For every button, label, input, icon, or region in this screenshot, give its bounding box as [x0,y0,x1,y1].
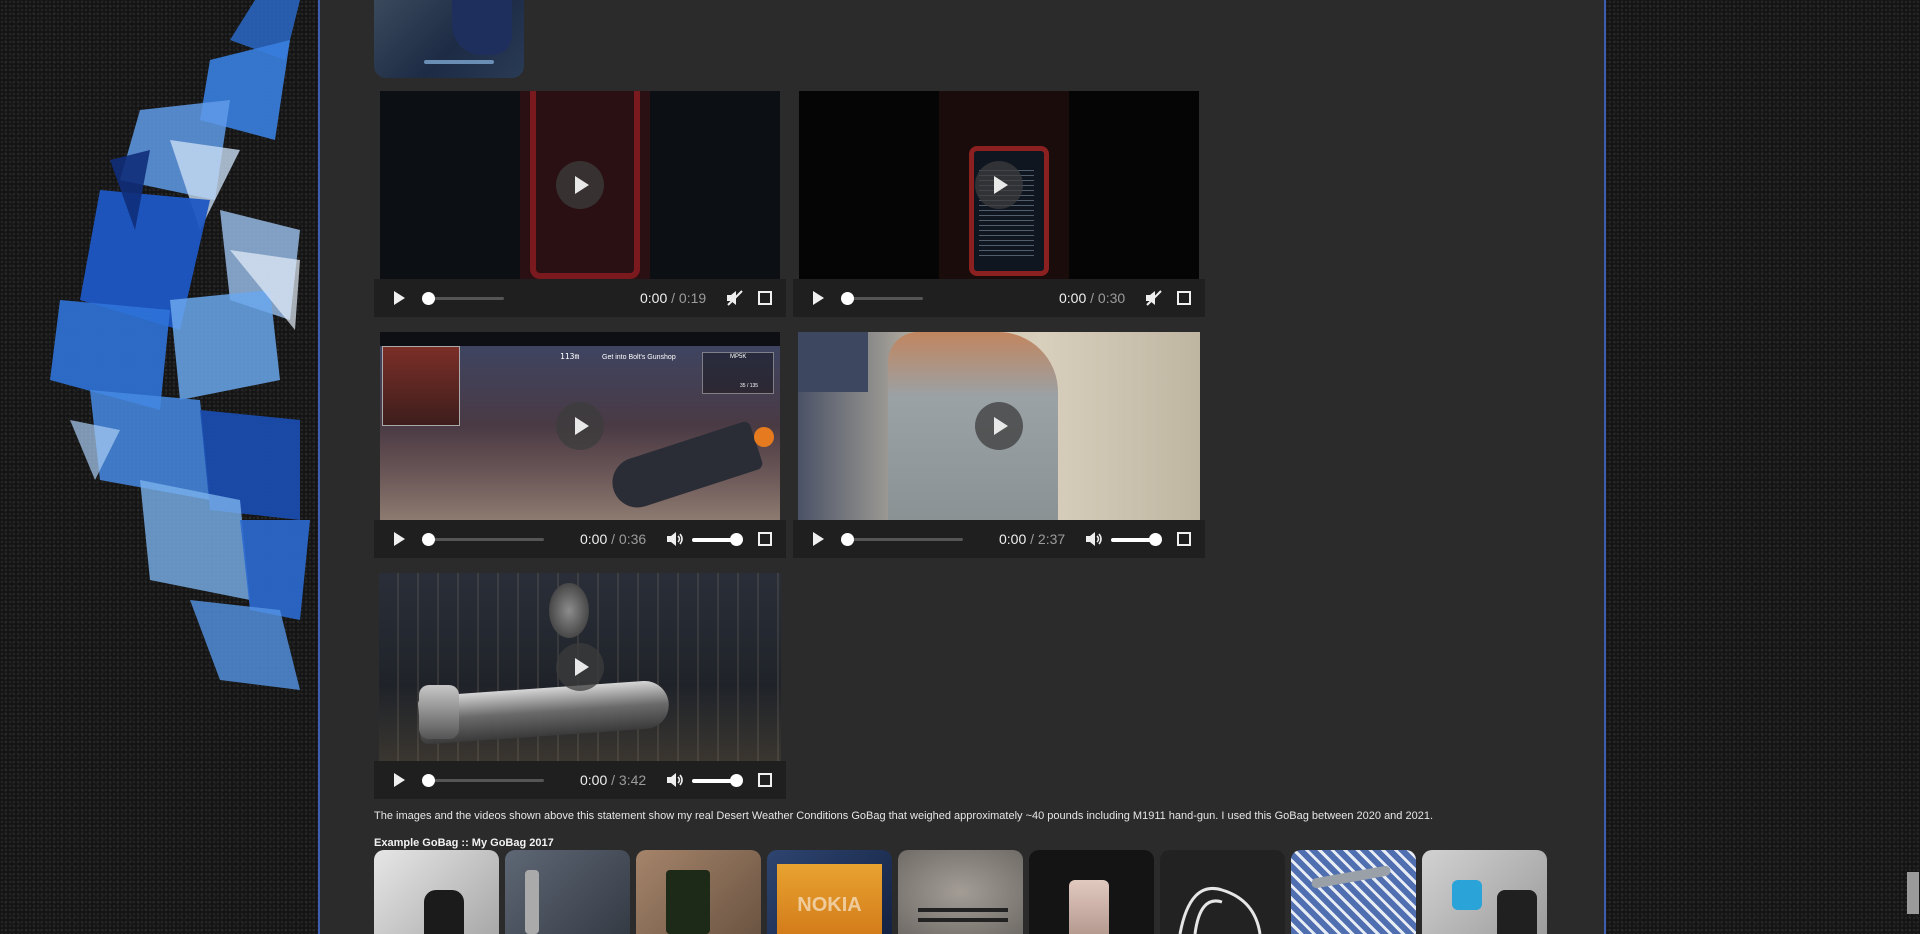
time-display: 0:00 / 2:37 [999,531,1066,547]
play-button[interactable] [384,279,414,317]
mute-button[interactable] [662,520,688,558]
fullscreen-icon [1177,291,1191,305]
video-frame [380,91,780,279]
big-play-button[interactable] [556,643,604,691]
time-display: 0:00 / 3:42 [580,772,647,788]
play-button[interactable] [384,761,414,799]
fullscreen-icon [758,532,772,546]
gallery-image[interactable] [636,850,761,934]
play-button[interactable] [803,279,833,317]
seek-bar[interactable] [841,292,923,305]
fullscreen-button[interactable] [1171,279,1197,317]
decorative-shards-artwork [50,0,310,690]
mute-button[interactable] [722,279,748,317]
time-display: 0:00 / 0:30 [1059,290,1126,306]
page-scrollbar[interactable] [1906,0,1920,934]
fullscreen-icon [758,291,772,305]
video-frame [379,573,781,761]
video-player[interactable]: 0:00 / 2:37 [793,332,1205,558]
video-player[interactable]: 113m Get into Bolt's Gunshop MP5K 35 / 1… [374,332,786,558]
volume-slider[interactable] [692,774,743,787]
video-player[interactable]: 0:00 / 0:19 [374,91,786,317]
video-controls: 0:00 / 0:36 [374,520,786,558]
gobag-photo-thumbnail[interactable] [374,0,524,78]
seek-bar[interactable] [422,533,544,546]
play-icon [393,773,405,787]
play-icon [393,532,405,546]
play-icon [393,291,405,305]
scrollbar-thumb[interactable] [1907,872,1919,914]
fullscreen-button[interactable] [752,279,778,317]
big-play-button[interactable] [556,402,604,450]
gallery-image[interactable] [505,850,630,934]
seek-bar[interactable] [422,292,504,305]
play-button[interactable] [803,520,833,558]
muted-speaker-icon [727,290,743,306]
gallery-image[interactable]: NOKIA [767,850,892,934]
play-button[interactable] [384,520,414,558]
game-ammo: 35 / 135 [740,383,759,389]
fullscreen-icon [758,773,772,787]
play-icon [812,532,824,546]
fullscreen-icon [1177,532,1191,546]
fullscreen-button[interactable] [1171,520,1197,558]
video-frame: 113m Get into Bolt's Gunshop MP5K 35 / 1… [380,332,780,520]
seek-bar[interactable] [841,533,963,546]
video-player[interactable]: 0:00 / 3:42 [374,573,786,799]
fullscreen-button[interactable] [752,520,778,558]
gallery-image[interactable] [1422,850,1547,934]
video-controls: 0:00 / 3:42 [374,761,786,799]
volume-slider[interactable] [692,533,743,546]
gallery-image[interactable] [898,850,1023,934]
muted-speaker-icon [1146,290,1162,306]
seek-bar[interactable] [422,774,544,787]
big-play-button[interactable] [556,161,604,209]
game-objective: Get into Bolt's Gunshop [602,354,676,361]
speaker-icon [1086,532,1102,546]
mute-button[interactable] [1081,520,1107,558]
big-play-button[interactable] [975,161,1023,209]
gallery-image[interactable] [374,850,499,934]
play-icon [812,291,824,305]
time-display: 0:00 / 0:36 [580,531,647,547]
video-controls: 0:00 / 0:30 [793,279,1205,317]
nokia-label: NOKIA [797,894,862,916]
video-frame [799,91,1199,279]
game-weapon: MP5K [730,354,747,360]
speaker-icon [667,773,683,787]
video-frame [798,332,1200,520]
gallery-title: Example GoBag :: My GoBag 2017 [374,837,554,849]
volume-slider[interactable] [1111,533,1162,546]
big-play-button[interactable] [975,402,1023,450]
time-display: 0:00 / 0:19 [640,290,707,306]
mute-button[interactable] [662,761,688,799]
fullscreen-button[interactable] [752,761,778,799]
mute-button[interactable] [1141,279,1167,317]
video-controls: 0:00 / 0:19 [374,279,786,317]
gallery-image[interactable] [1029,850,1154,934]
gobag-statement: The images and the videos shown above th… [374,810,1434,822]
gallery-image[interactable] [1160,850,1285,934]
speaker-icon [667,532,683,546]
video-player[interactable]: 0:00 / 0:30 [793,91,1205,317]
gallery-image[interactable] [1291,850,1416,934]
video-controls: 0:00 / 2:37 [793,520,1205,558]
game-distance: 113m [560,352,580,361]
